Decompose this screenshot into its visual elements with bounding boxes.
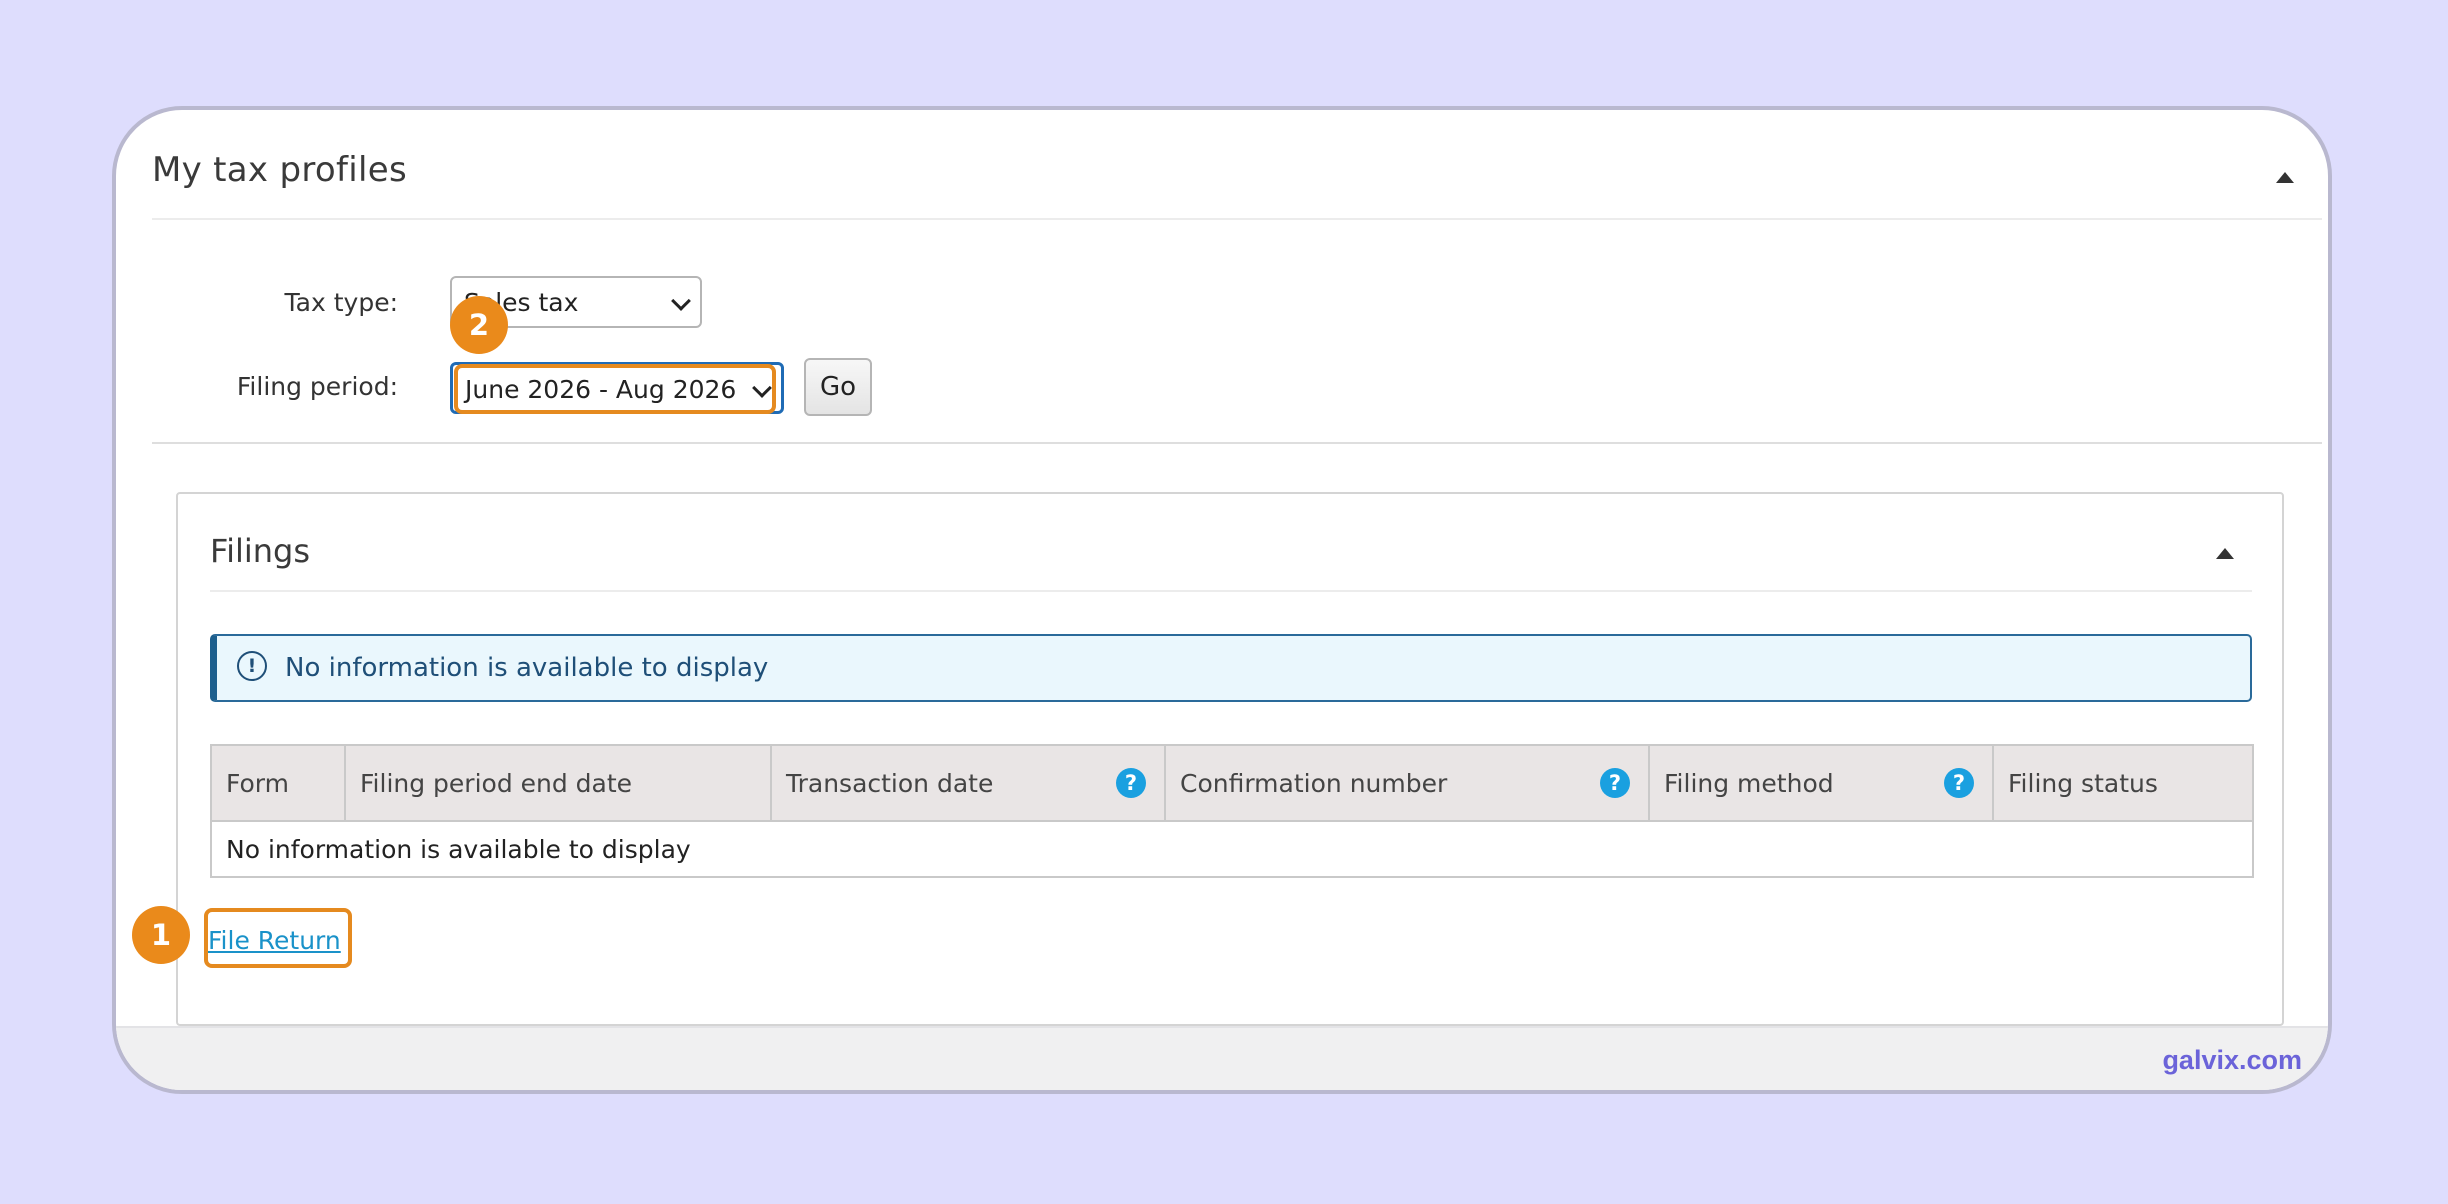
empty-table-message: No information is available to display xyxy=(210,820,2254,878)
collapse-profiles-caret-up-icon[interactable] xyxy=(2276,172,2294,183)
table-row: No information is available to display xyxy=(210,820,2254,878)
question-circle-icon[interactable]: ? xyxy=(1600,768,1630,798)
info-circle-icon: ! xyxy=(237,651,267,681)
column-header-form: Form xyxy=(210,744,346,822)
filings-title: Filings xyxy=(210,532,311,570)
collapse-filings-caret-up-icon[interactable] xyxy=(2216,548,2234,559)
browser-frame: My tax profiles Tax type: Sales tax Fili… xyxy=(112,106,2332,1094)
question-circle-icon[interactable]: ? xyxy=(1944,768,1974,798)
callout-highlight-filing-period xyxy=(454,364,776,414)
section-divider xyxy=(152,442,2322,444)
filing-period-label: Filing period: xyxy=(236,372,398,401)
brand-watermark: galvix.com xyxy=(2162,1045,2302,1075)
frame-footer: galvix.com xyxy=(116,1026,2328,1090)
column-header-transaction-date: Transaction date? xyxy=(770,744,1166,822)
callout-badge-1: 1 xyxy=(132,906,190,964)
tax-type-label: Tax type: xyxy=(284,288,398,317)
header-divider xyxy=(152,218,2322,220)
callout-badge-2: 2 xyxy=(450,296,508,354)
go-button[interactable]: Go xyxy=(804,358,872,416)
column-header-filing-method: Filing method? xyxy=(1648,744,1994,822)
column-header-confirmation-number: Confirmation number? xyxy=(1164,744,1650,822)
file-return-link[interactable]: File Return xyxy=(208,926,341,955)
filings-header-divider xyxy=(210,590,2252,592)
chevron-down-icon xyxy=(671,291,691,311)
page-title: My tax profiles xyxy=(152,150,407,190)
info-banner: ! No information is available to display xyxy=(210,634,2252,702)
question-circle-icon[interactable]: ? xyxy=(1116,768,1146,798)
table-header-row: Form Filing period end date Transaction … xyxy=(210,744,2254,822)
column-header-filing-status: Filing status xyxy=(1992,744,2254,822)
filings-table: Form Filing period end date Transaction … xyxy=(210,744,2254,878)
column-header-filing-period-end-date: Filing period end date xyxy=(344,744,772,822)
filings-panel: Filings ! No information is available to… xyxy=(176,492,2284,1026)
info-message: No information is available to display xyxy=(285,653,769,683)
